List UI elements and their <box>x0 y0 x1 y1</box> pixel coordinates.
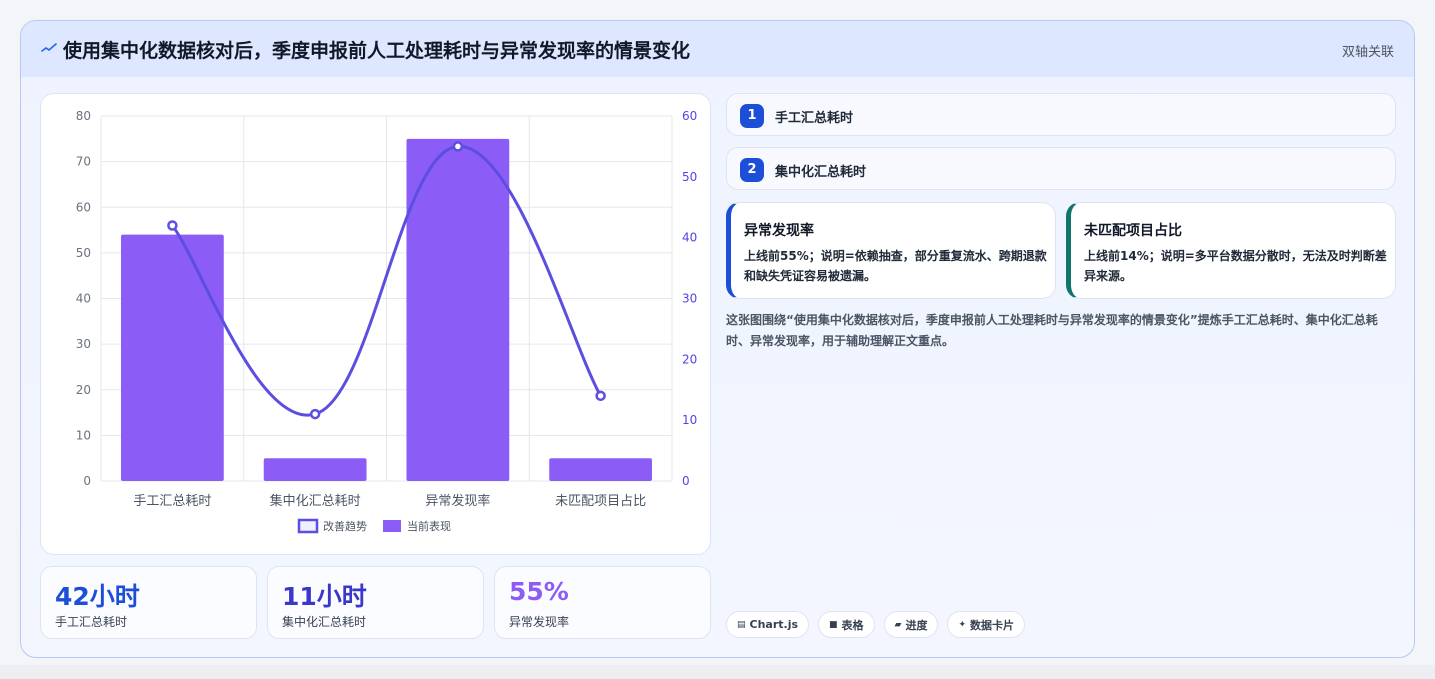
y-tick-left: 80 <box>76 109 91 123</box>
step-label: 手工汇总耗时 <box>775 111 854 126</box>
kpi-label: 异常发现率 <box>509 615 570 629</box>
trend-point-3 <box>595 390 606 402</box>
chart-description: 这张图围绕“使用集中化数据核对后，季度申报前人工处理耗时与异常发现率的情景变化”… <box>726 313 1378 348</box>
step-number: 2 <box>740 158 764 182</box>
kpi-card-manual: 42小时 手工汇总耗时 <box>40 566 257 639</box>
kpi-value: 11小时 <box>282 582 367 611</box>
dual-axis-toggle[interactable]: 双轴关联 <box>1342 41 1394 60</box>
step-number: 1 <box>740 104 764 128</box>
kpi-value: 55% <box>509 577 569 606</box>
page-title: 使用集中化数据核对后，季度申报前人工处理耗时与异常发现率的情景变化 <box>63 40 691 62</box>
legend-swatch-bar <box>383 520 401 532</box>
bar-3 <box>549 458 653 481</box>
kpi-label: 集中化汇总耗时 <box>282 615 367 629</box>
trend-point-2 <box>452 141 464 152</box>
tag-table[interactable]: ■ 表格 <box>818 611 875 638</box>
main-card: 使用集中化数据核对后，季度申报前人工处理耗时与异常发现率的情景变化 双轴关联 0… <box>20 20 1415 658</box>
kpi-card-centralized: 11小时 集中化汇总耗时 <box>267 566 484 639</box>
info-card-anomaly: 异常发现率 上线前55%；说明=依赖抽查，部分重复流水、跨期退款和缺失凭证容易被… <box>726 202 1056 299</box>
combo-chart: 0 10 20 30 40 50 60 70 80 0 10 20 30 40 50 60 手工汇总耗时 集中化汇… <box>76 109 697 534</box>
progress-icon: ▰ <box>894 619 902 630</box>
bar-2 <box>406 138 510 481</box>
tag-label: 数据卡片 <box>970 618 1015 632</box>
trend-point-0 <box>167 220 178 231</box>
info-card-title: 未匹配项目占比 <box>1084 223 1182 239</box>
kpi-label: 手工汇总耗时 <box>55 615 128 629</box>
legend-label: 当前表现 <box>407 519 451 533</box>
step-item-1[interactable]: 1 手工汇总耗时 <box>726 93 1396 136</box>
step-label: 集中化汇总耗时 <box>775 165 867 180</box>
sparkline-icon <box>41 43 57 52</box>
tag-list: ▤ Chart.js ■ 表格 ▰ 进度 ✦ 数据卡片 <box>726 611 1026 638</box>
y-tick-left: 20 <box>76 383 91 397</box>
x-tick-label: 异常发现率 <box>425 493 490 509</box>
y-tick-left: 30 <box>76 337 91 351</box>
sparkle-icon: ✦ <box>958 619 967 630</box>
info-card-unmatched: 未匹配项目占比 上线前14%；说明=多平台数据分散时，无法及时判断差异来源。 <box>1066 202 1396 299</box>
y-tick-left: 10 <box>76 428 91 442</box>
y-tick-right: 0 <box>682 474 690 488</box>
tag-label: 表格 <box>841 618 864 632</box>
bar-1 <box>263 458 367 481</box>
tag-chartjs[interactable]: ▤ Chart.js <box>726 611 810 638</box>
y-tick-right: 60 <box>682 109 697 123</box>
x-tick-label: 集中化汇总耗时 <box>270 493 361 509</box>
tag-progress[interactable]: ▰ 进度 <box>883 611 939 638</box>
legend-swatch-line <box>297 518 319 534</box>
legend-label: 改善趋势 <box>323 519 367 533</box>
tag-data-card[interactable]: ✦ 数据卡片 <box>947 611 1026 638</box>
y-tick-right: 20 <box>682 352 697 366</box>
info-card-body: 上线前14%；说明=多平台数据分散时，无法及时判断差异来源。 <box>1084 249 1387 283</box>
step-item-2[interactable]: 2 集中化汇总耗时 <box>726 147 1396 190</box>
bar-0 <box>120 234 224 481</box>
y-tick-right: 10 <box>682 413 697 427</box>
chart-panel: 0 10 20 30 40 50 60 70 80 0 10 20 30 40 50 60 手工汇总耗时 集中化汇… <box>40 93 711 555</box>
y-tick-right: 30 <box>682 292 697 306</box>
page-shadow <box>0 665 1435 679</box>
card-header: 使用集中化数据核对后，季度申报前人工处理耗时与异常发现率的情景变化 双轴关联 <box>21 21 1414 77</box>
y-tick-left: 40 <box>76 292 91 306</box>
y-tick-left: 50 <box>76 246 91 260</box>
chart-icon: ▤ <box>737 619 746 630</box>
y-tick-left: 70 <box>76 155 91 169</box>
y-tick-left: 0 <box>83 474 91 488</box>
table-icon: ■ <box>829 619 838 630</box>
info-card-body: 上线前55%；说明=依赖抽查，部分重复流水、跨期退款和缺失凭证容易被遗漏。 <box>744 249 1047 283</box>
tag-label: Chart.js <box>749 618 799 631</box>
kpi-card-anomaly: 55% 异常发现率 <box>494 566 711 639</box>
info-card-title: 异常发现率 <box>744 223 814 239</box>
y-tick-left: 60 <box>76 200 91 214</box>
x-tick-label: 手工汇总耗时 <box>133 494 211 509</box>
y-tick-right: 40 <box>682 231 697 245</box>
tag-label: 进度 <box>905 618 928 632</box>
x-tick-label: 未匹配项目占比 <box>555 494 646 509</box>
y-tick-right: 50 <box>682 170 697 184</box>
kpi-value: 42小时 <box>55 582 140 611</box>
trend-point-1 <box>309 408 321 420</box>
